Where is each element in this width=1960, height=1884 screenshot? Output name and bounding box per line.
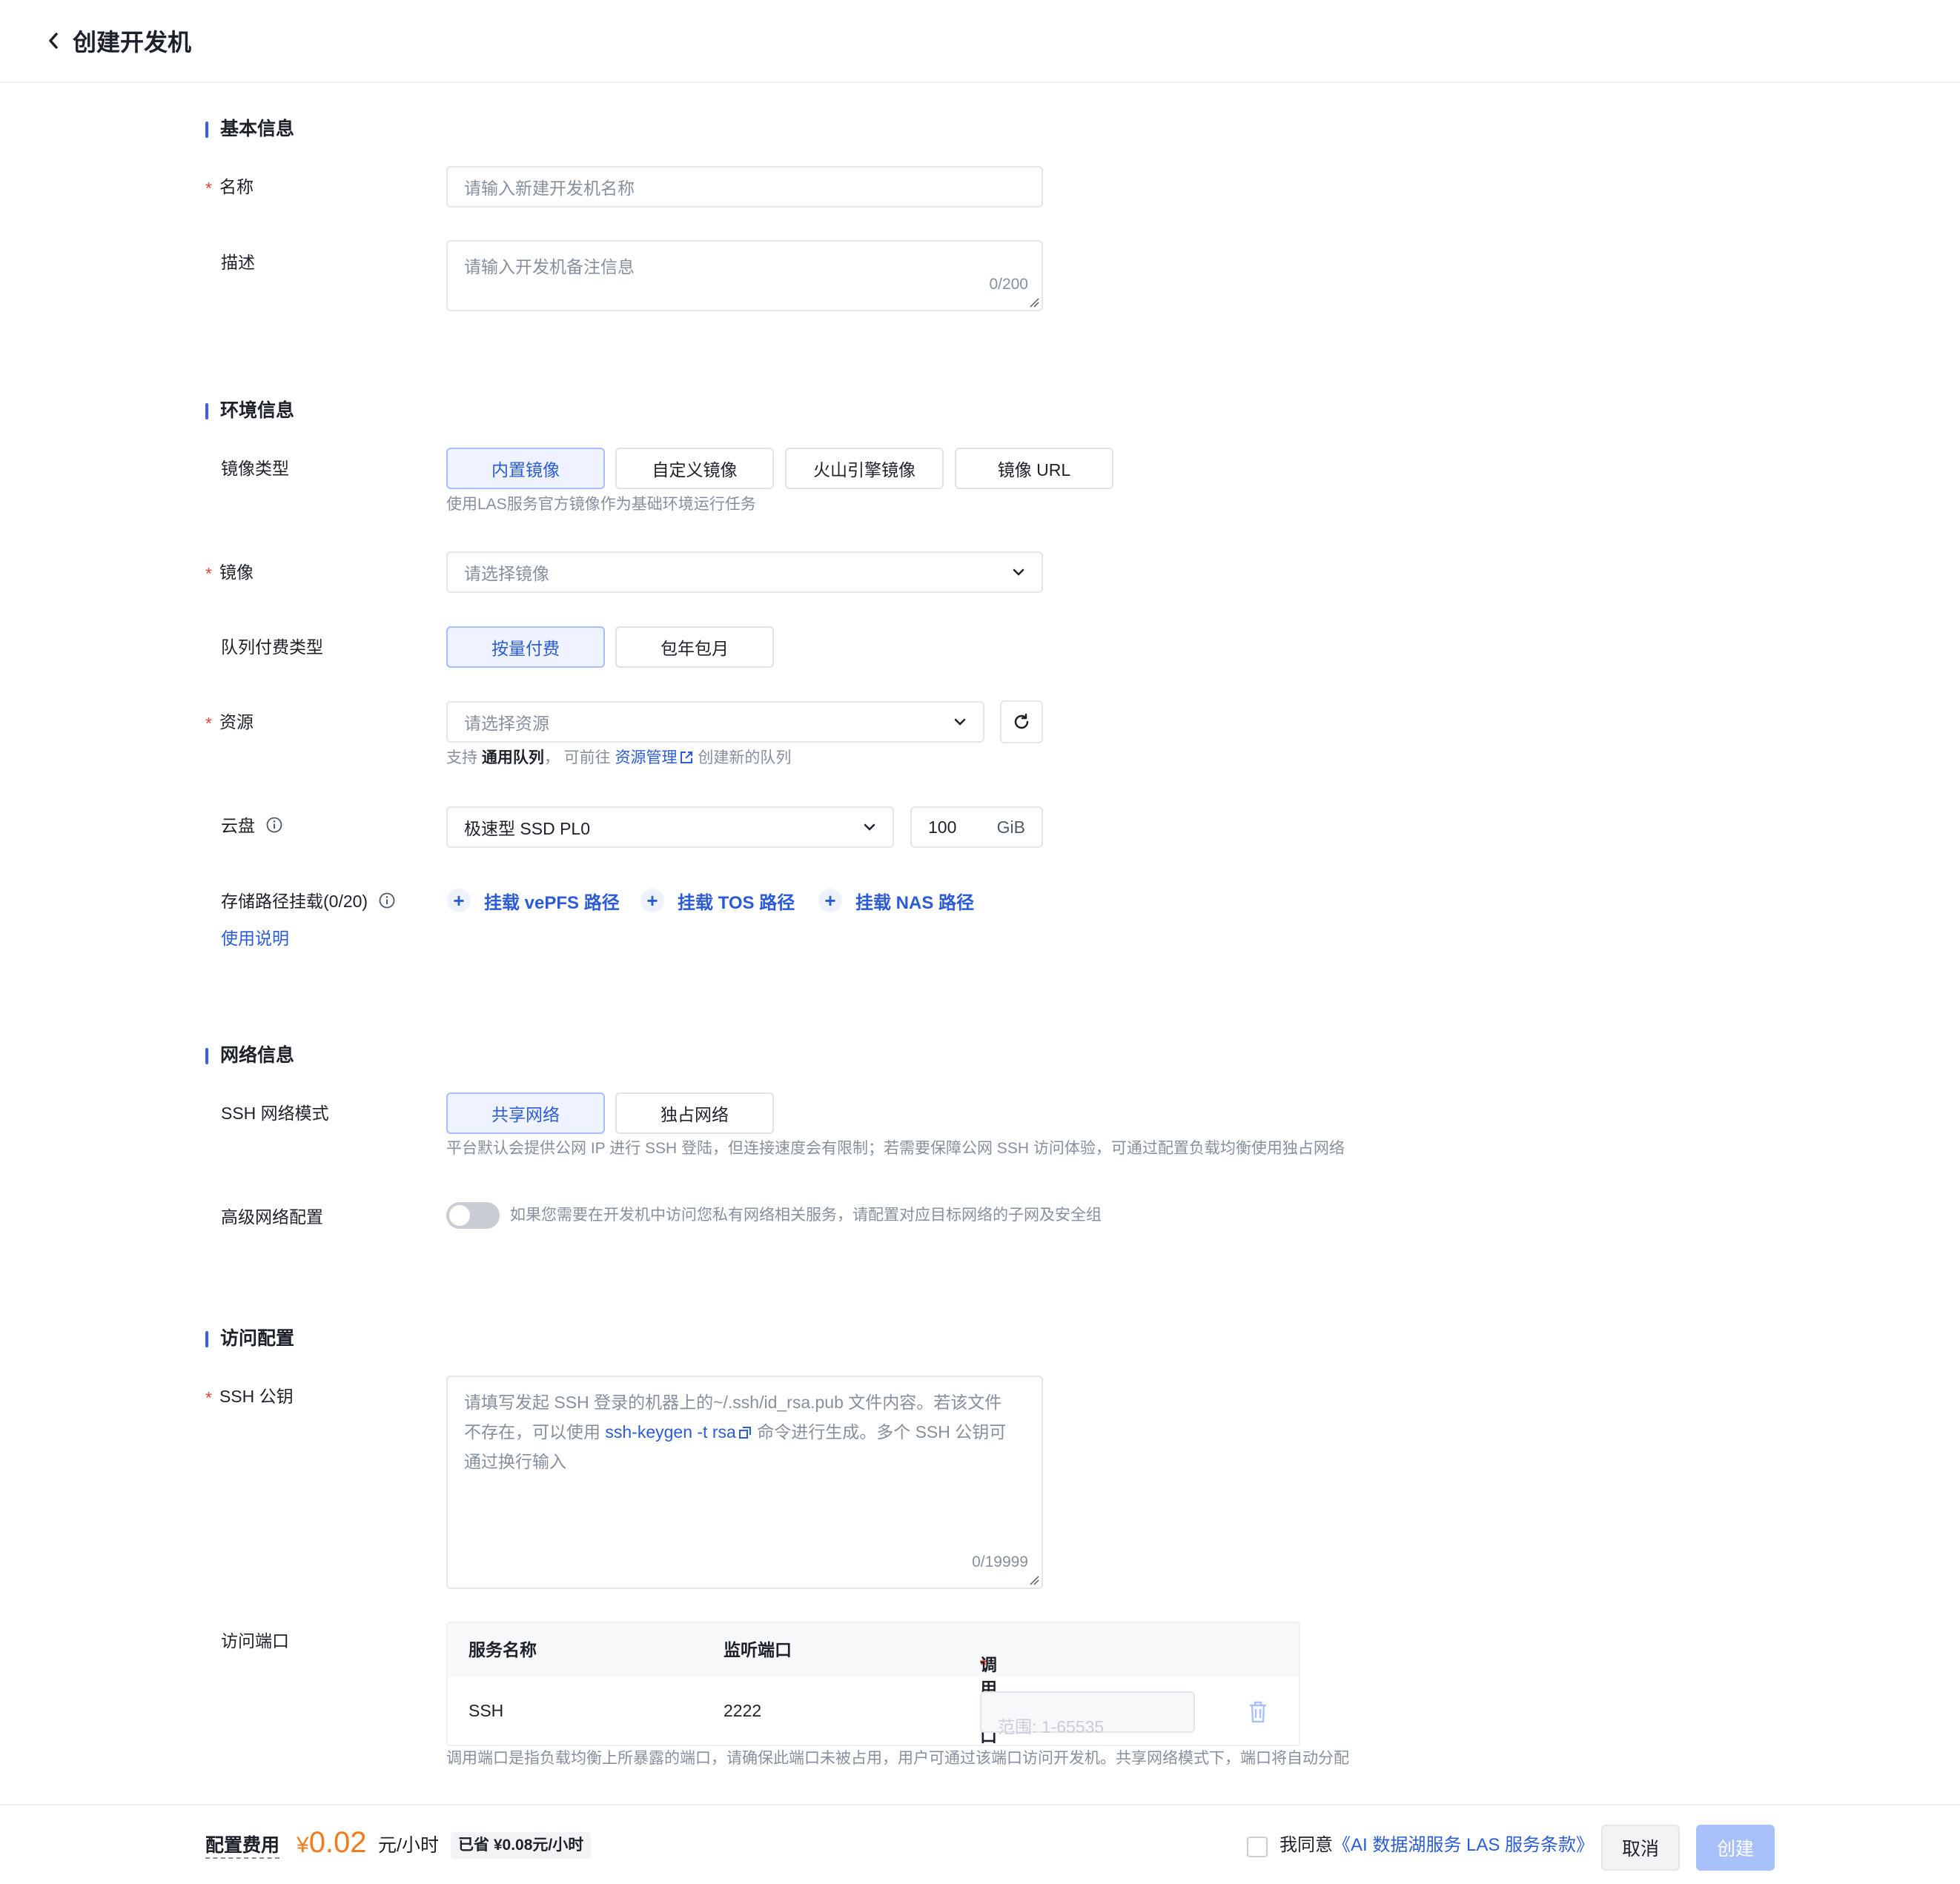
info-icon[interactable]	[378, 892, 396, 909]
section-title-network: 网络信息	[205, 1044, 294, 1067]
port-table: 服务名称 监听端口 *调用端口 SSH 2222 范围: 1-65535	[446, 1622, 1300, 1746]
image-select[interactable]: 请选择镜像	[446, 551, 1043, 593]
chevron-down-icon	[864, 823, 875, 831]
disk-unit: GiB	[996, 817, 1025, 837]
image-type-label: 镜像类型	[221, 459, 289, 478]
page: 创建开发机 基本信息 * 名称 请输入新建开发机名称 描述 请输入开发机备注信息 …	[0, 0, 1960, 1884]
ssh-key-textarea[interactable]: 请填写发起 SSH 登录的机器上的~/.ssh/id_rsa.pub 文件内容。…	[446, 1376, 1043, 1589]
info-icon[interactable]	[265, 816, 283, 834]
agree-checkbox[interactable]	[1247, 1837, 1268, 1857]
ssh-mode-exclusive[interactable]: 独占网络	[615, 1092, 774, 1134]
table-row: SSH 2222 范围: 1-65535	[448, 1676, 1299, 1745]
image-label: * 镜像	[205, 563, 254, 583]
service-name-cell: SSH	[469, 1701, 504, 1720]
col-service-name: 服务名称	[469, 1640, 537, 1659]
mount-nas-button[interactable]: + 挂载 NAS 路径	[818, 888, 974, 913]
section-title-basic: 基本信息	[205, 117, 294, 141]
terms-link[interactable]: 《AI 数据湖服务 LAS 服务条款》	[1333, 1835, 1594, 1855]
ssh-keygen-link[interactable]: ssh-keygen -t rsa	[605, 1422, 752, 1442]
resource-manage-link[interactable]: 资源管理	[615, 749, 694, 766]
back-arrow-icon[interactable]	[43, 30, 64, 51]
image-type-volcengine[interactable]: 火山引擎镜像	[785, 448, 944, 489]
fee-label: 配置费用	[205, 1834, 280, 1859]
chevron-down-icon	[1013, 568, 1024, 576]
advanced-network-hint: 如果您需要在开发机中访问您私有网络相关服务，请配置对应目标网络的子网及安全组	[510, 1207, 1102, 1224]
image-type-url[interactable]: 镜像 URL	[955, 448, 1113, 489]
resize-handle-icon[interactable]	[1029, 1575, 1039, 1585]
desc-label: 描述	[221, 253, 255, 272]
page-header: 创建开发机	[0, 0, 1960, 83]
ssh-key-counter: 0/19999	[972, 1553, 1028, 1570]
desc-textarea[interactable]: 请输入开发机备注信息 0/200	[446, 240, 1043, 311]
section-title-env: 环境信息	[205, 399, 294, 422]
section-title-access: 访问配置	[205, 1327, 294, 1350]
listen-port-cell: 2222	[724, 1701, 762, 1720]
image-type-hint: 使用LAS服务官方镜像作为基础环境运行任务	[446, 496, 756, 513]
agree-text: 我同意《AI 数据湖服务 LAS 服务条款》	[1279, 1835, 1595, 1855]
required-mark: *	[205, 1388, 212, 1407]
disk-label: 云盘	[205, 814, 283, 837]
billing-payg[interactable]: 按量付费	[446, 626, 605, 668]
copy-icon	[738, 1427, 751, 1439]
desc-counter: 0/200	[989, 276, 1028, 293]
required-mark: *	[205, 564, 212, 583]
resource-hint: 支持 通用队列， 可前往 资源管理 创建新的队列	[446, 749, 792, 766]
refresh-icon	[1014, 713, 1029, 729]
image-type-builtin[interactable]: 内置镜像	[446, 448, 605, 489]
required-mark: *	[205, 714, 212, 733]
fee-price: ¥0.02	[297, 1826, 367, 1859]
ssh-mode-shared[interactable]: 共享网络	[446, 1092, 605, 1134]
mount-tos-button[interactable]: + 挂载 TOS 路径	[640, 888, 795, 913]
resize-handle-icon[interactable]	[1029, 297, 1039, 308]
advanced-network-toggle[interactable]	[446, 1202, 500, 1229]
image-type-custom[interactable]: 自定义镜像	[615, 448, 774, 489]
billing-subscription[interactable]: 包年包月	[615, 626, 774, 668]
port-hint: 调用端口是指负载均衡上所暴露的端口，请确保此端口未被占用，用户可通过该端口访问开…	[446, 1750, 1349, 1767]
billing-label: 队列付费类型	[221, 637, 323, 657]
fee-unit: 元/小时	[378, 1835, 439, 1856]
required-mark: *	[205, 179, 212, 198]
ssh-key-label: * SSH 公钥	[205, 1387, 294, 1407]
footer-bar: 配置费用 ¥0.02 元/小时 已省 ¥0.08元/小时 我同意《AI 数据湖服…	[0, 1804, 1960, 1884]
disk-type-select[interactable]: 极速型 SSD PL0	[446, 806, 894, 848]
refresh-button[interactable]	[1000, 700, 1043, 743]
chevron-down-icon	[954, 718, 966, 726]
plus-icon: +	[818, 889, 842, 912]
create-button[interactable]: 创建	[1696, 1825, 1775, 1871]
col-listen-port: 监听端口	[724, 1640, 792, 1659]
resource-label: * 资源	[205, 712, 254, 733]
port-label: 访问端口	[221, 1631, 289, 1651]
resource-select[interactable]: 请选择资源	[446, 701, 984, 743]
plus-icon: +	[640, 889, 664, 912]
external-link-icon	[680, 752, 692, 763]
disk-size-input[interactable]: 100 GiB	[910, 806, 1043, 848]
call-port-input[interactable]: 范围: 1-65535	[980, 1691, 1195, 1737]
storage-label: 存储路径挂载(0/20)	[205, 889, 396, 913]
mount-vepfs-button[interactable]: + 挂载 vePFS 路径	[447, 888, 620, 913]
advanced-network-label: 高级网络配置	[221, 1207, 323, 1227]
name-input[interactable]: 请输入新建开发机名称	[446, 166, 1043, 208]
storage-help-link[interactable]: 使用说明	[221, 926, 289, 950]
page-title: 创建开发机	[73, 29, 192, 56]
ssh-mode-hint: 平台默认会提供公网 IP 进行 SSH 登陆，但连接速度会有限制；若需要保障公网…	[446, 1140, 1345, 1157]
ssh-mode-label: SSH 网络模式	[221, 1104, 329, 1123]
plus-icon: +	[447, 889, 471, 912]
cancel-button[interactable]: 取消	[1601, 1825, 1680, 1871]
trash-icon[interactable]	[1247, 1700, 1269, 1724]
port-table-header: 服务名称 监听端口 *调用端口	[448, 1623, 1299, 1745]
fee-saved-badge: 已省 ¥0.08元/小时	[451, 1832, 592, 1859]
name-label: * 名称	[205, 177, 254, 198]
